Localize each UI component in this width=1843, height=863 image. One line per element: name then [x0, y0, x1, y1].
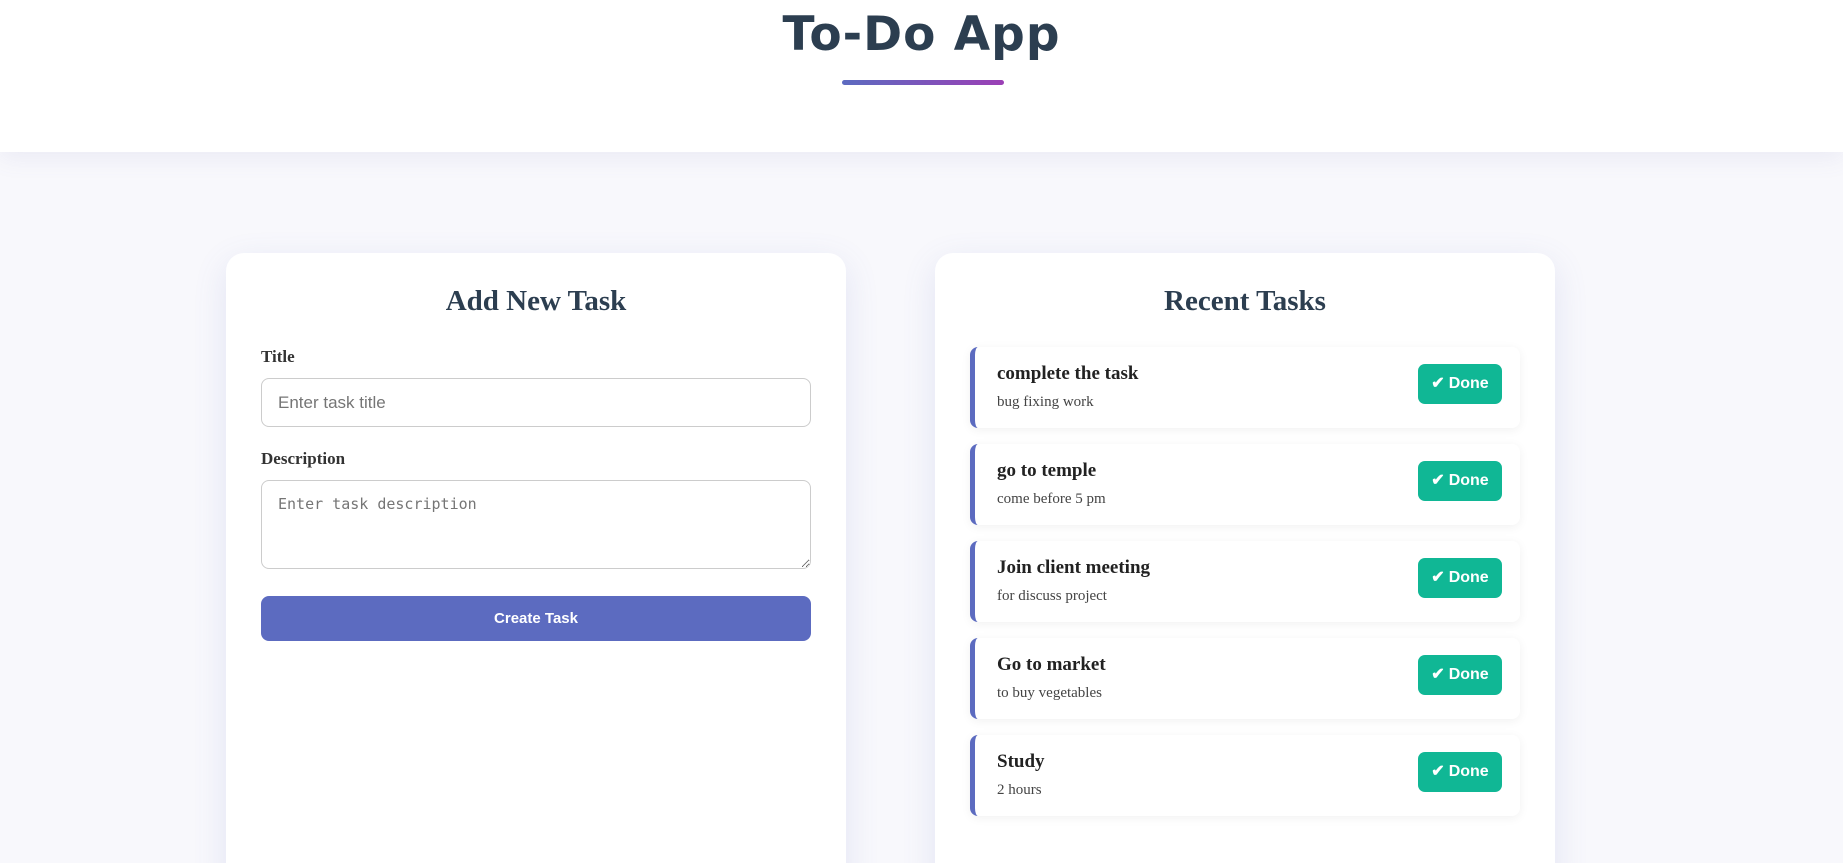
add-task-card: Add New Task Title Description Create Ta…: [226, 253, 846, 863]
recent-tasks-card: Recent Tasks complete the task bug fixin…: [935, 253, 1555, 863]
create-task-button[interactable]: Create Task: [261, 596, 811, 641]
done-label: Done: [1448, 375, 1489, 392]
done-label: Done: [1448, 569, 1489, 586]
task-title: Study: [997, 751, 1045, 772]
task-description: for discuss project: [997, 588, 1107, 604]
task-description-input[interactable]: [261, 480, 811, 569]
done-button[interactable]: ✔ Done: [1418, 558, 1502, 598]
task-description: to buy vegetables: [997, 685, 1102, 701]
check-icon: ✔: [1431, 666, 1445, 683]
task-title: complete the task: [997, 363, 1139, 384]
done-button[interactable]: ✔ Done: [1418, 655, 1502, 695]
done-label: Done: [1448, 763, 1489, 780]
task-item: Go to market to buy vegetables ✔ Done: [970, 638, 1520, 719]
task-description: bug fixing work: [997, 394, 1094, 410]
check-icon: ✔: [1431, 569, 1445, 586]
app-header: To-Do App: [0, 0, 1843, 152]
task-description: 2 hours: [997, 782, 1042, 798]
done-button[interactable]: ✔ Done: [1418, 461, 1502, 501]
recent-tasks-heading: Recent Tasks: [1164, 285, 1326, 317]
task-description: come before 5 pm: [997, 491, 1106, 507]
task-item: Join client meeting for discuss project …: [970, 541, 1520, 622]
title-underline: [842, 80, 1004, 85]
task-item: Study 2 hours ✔ Done: [970, 735, 1520, 816]
done-button[interactable]: ✔ Done: [1418, 364, 1502, 404]
task-title: Go to market: [997, 654, 1106, 675]
task-list: complete the task bug fixing work ✔ Done…: [970, 347, 1520, 832]
check-icon: ✔: [1431, 375, 1445, 392]
check-icon: ✔: [1431, 472, 1445, 489]
description-label: Description: [261, 449, 346, 468]
done-label: Done: [1448, 472, 1489, 489]
check-icon: ✔: [1431, 763, 1445, 780]
title-label: Title: [261, 347, 295, 366]
add-task-heading: Add New Task: [445, 285, 627, 317]
task-title: Join client meeting: [997, 557, 1151, 578]
task-title-input[interactable]: [261, 378, 811, 427]
task-title: go to temple: [997, 460, 1097, 481]
task-item: go to temple come before 5 pm ✔ Done: [970, 444, 1520, 525]
task-item: complete the task bug fixing work ✔ Done: [970, 347, 1520, 428]
done-label: Done: [1448, 666, 1489, 683]
done-button[interactable]: ✔ Done: [1418, 752, 1502, 792]
app-title: To-Do App: [782, 7, 1061, 62]
